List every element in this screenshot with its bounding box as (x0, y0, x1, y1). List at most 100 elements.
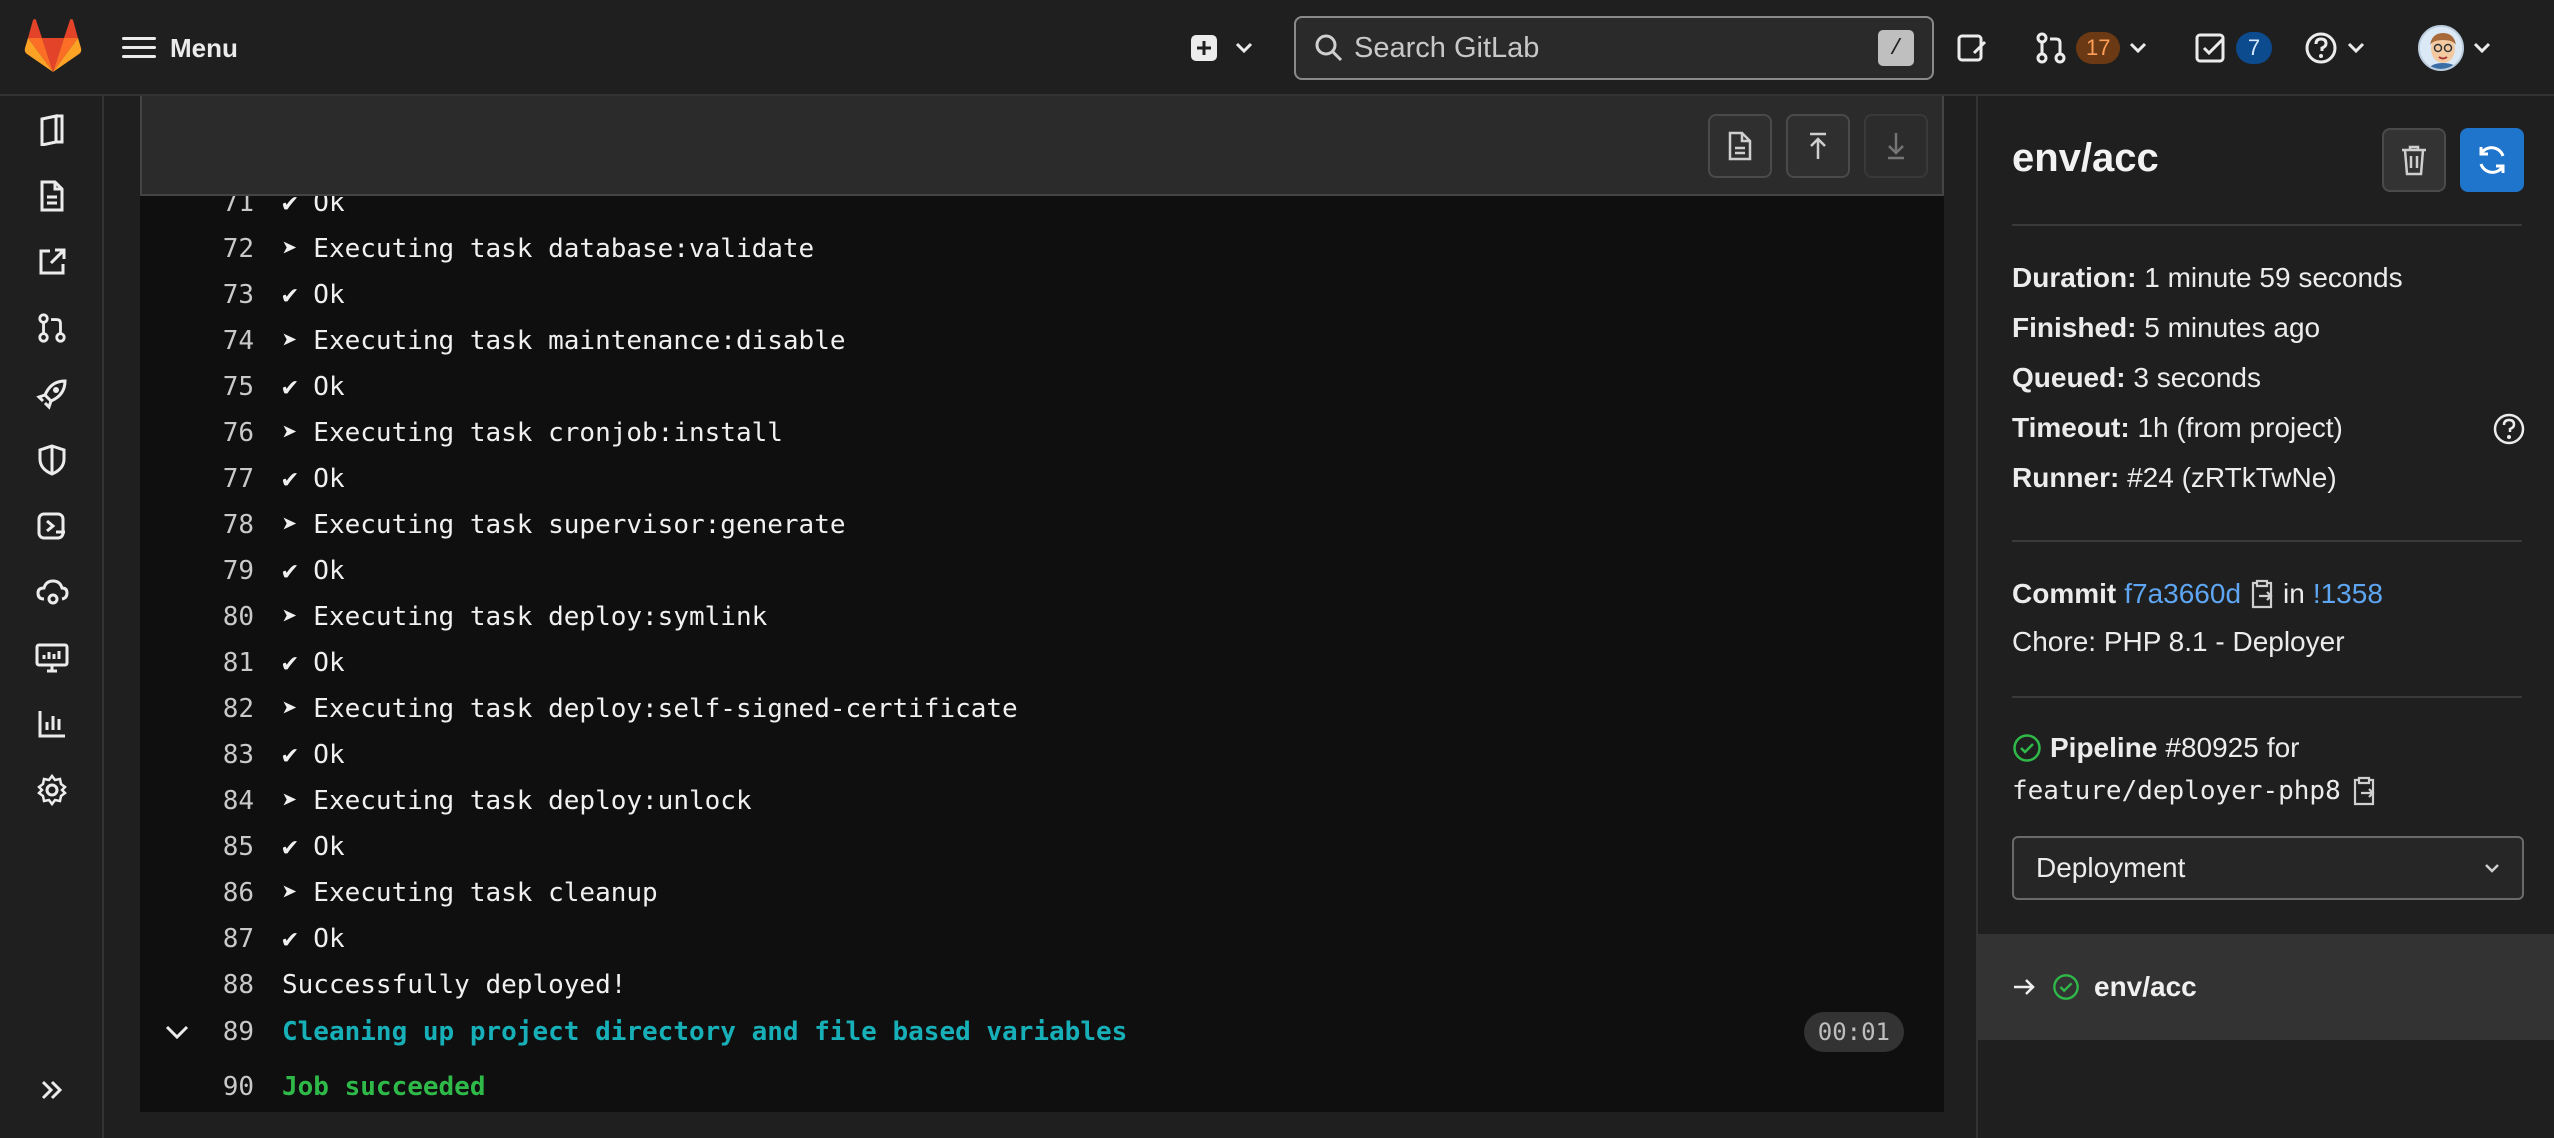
runner-row: Runner: #24 (zRTkTwNe) (2012, 462, 2337, 494)
branch-row: feature/deployer-php8 (2012, 776, 2377, 806)
line-number[interactable]: 73 (140, 280, 260, 310)
queued-value: 3 seconds (2133, 362, 2261, 393)
plus-square-icon (1191, 35, 1217, 61)
queued-label: Queued: (2012, 362, 2126, 393)
log-line: 75 ✔ Ok (140, 364, 1944, 410)
line-number[interactable]: 72 (140, 234, 260, 264)
log-text: ➤ Executing task cronjob:install (282, 418, 783, 448)
line-number[interactable]: 79 (140, 556, 260, 586)
log-text: ✔ Ok (282, 832, 345, 862)
sidebar-item-analytics[interactable] (32, 704, 72, 744)
line-number[interactable]: 84 (140, 786, 260, 816)
search-shortcut-key: / (1878, 30, 1914, 66)
copy-clipboard-icon[interactable] (2249, 579, 2275, 609)
branch-name[interactable]: feature/deployer-php8 (2012, 776, 2341, 806)
line-number[interactable]: 77 (140, 464, 260, 494)
stage-select-value: Deployment (2036, 852, 2186, 883)
log-line: 83 ✔ Ok (140, 732, 1944, 778)
left-sidebar (0, 96, 104, 1138)
line-number[interactable]: 86 (140, 878, 260, 908)
help-button[interactable] (2304, 28, 2366, 68)
line-number[interactable]: 89 (140, 1017, 260, 1047)
gitlab-logo-icon[interactable] (24, 18, 82, 74)
sidebar-item-monitor[interactable] (32, 638, 72, 678)
deployments-icon (37, 512, 65, 540)
sidebar-item-security[interactable] (32, 440, 72, 480)
runner-value: #24 (zRTkTwNe) (2127, 462, 2337, 493)
issues-button[interactable] (1956, 28, 1990, 68)
copy-clipboard-icon[interactable] (2351, 776, 2377, 806)
trash-icon (2402, 145, 2426, 176)
log-section-header[interactable]: 89 Cleaning up project directory and file… (140, 1006, 1944, 1058)
line-number[interactable]: 74 (140, 326, 260, 356)
log-text: ➤ Executing task deploy:symlink (282, 602, 768, 632)
todos-count-badge: 7 (2236, 32, 2272, 64)
merge-request-link[interactable]: !1358 (2313, 578, 2383, 610)
raw-log-button[interactable] (1708, 114, 1772, 178)
retry-job-button[interactable] (2460, 128, 2524, 192)
log-line: 90 Job succeeded (140, 1064, 1944, 1110)
double-chevron-right-icon (41, 1080, 63, 1100)
log-text: ✔ Ok (282, 280, 345, 310)
issues-icon (1957, 34, 1987, 62)
sidebar-item-repository[interactable] (32, 176, 72, 216)
timeout-value: 1h (from project) (2137, 412, 2343, 443)
user-menu-button[interactable] (2418, 24, 2492, 72)
commit-sha-link[interactable]: f7a3660d (2124, 578, 2241, 610)
stage-select[interactable]: Deployment (2012, 836, 2524, 900)
pipeline-label: Pipeline (2050, 732, 2158, 763)
line-number[interactable]: 80 (140, 602, 260, 632)
line-number[interactable]: 82 (140, 694, 260, 724)
log-text: ✔ Ok (282, 924, 345, 954)
line-number[interactable]: 83 (140, 740, 260, 770)
current-job-item[interactable]: env/acc (1978, 934, 2554, 1040)
search-box[interactable]: / (1294, 16, 1934, 80)
finished-value: 5 minutes ago (2144, 312, 2321, 343)
line-number[interactable]: 71 (140, 196, 260, 218)
line-number[interactable]: 78 (140, 510, 260, 540)
menu-button[interactable]: Menu (122, 26, 238, 70)
line-number[interactable]: 75 (140, 372, 260, 402)
chevron-down-icon (2485, 864, 2499, 873)
sidebar-item-settings[interactable] (32, 770, 72, 810)
pipeline-for-text: for (2266, 732, 2300, 763)
sidebar-item-deployments[interactable] (32, 506, 72, 546)
log-text: ➤ Executing task database:validate (282, 234, 815, 264)
log-line: 88 Successfully deployed! (140, 962, 1944, 1008)
line-number[interactable]: 85 (140, 832, 260, 862)
line-number[interactable]: 87 (140, 924, 260, 954)
job-title: env/acc (2012, 136, 2159, 180)
log-line: 80 ➤ Executing task deploy:symlink (140, 594, 1944, 640)
sidebar-expand-button[interactable] (32, 1070, 72, 1110)
job-log-toolbar (140, 96, 1944, 196)
sidebar-item-merge-requests[interactable] (32, 308, 72, 348)
create-new-button[interactable] (1190, 28, 1270, 68)
help-question-icon[interactable] (2492, 412, 2526, 446)
scroll-down-icon (1888, 133, 1904, 160)
sidebar-item-external[interactable] (32, 242, 72, 282)
line-number[interactable]: 76 (140, 418, 260, 448)
line-number[interactable]: 88 (140, 970, 260, 1000)
merge-requests-button[interactable]: 17 (2034, 28, 2148, 68)
project-book-icon (40, 114, 64, 146)
chevron-down-icon (2347, 42, 2365, 54)
sidebar-item-infrastructure[interactable] (32, 572, 72, 612)
todos-button[interactable]: 7 (2194, 28, 2272, 68)
duration-value: 1 minute 59 seconds (2144, 262, 2403, 293)
log-line: 86 ➤ Executing task cleanup (140, 870, 1944, 916)
log-text: ✔ Ok (282, 196, 345, 218)
merge-requests-count-badge: 17 (2076, 32, 2121, 64)
runner-label: Runner: (2012, 462, 2120, 493)
line-number[interactable]: 90 (140, 1072, 260, 1102)
cloud-gear-icon (36, 579, 69, 605)
scroll-to-bottom-button[interactable] (1864, 114, 1928, 178)
erase-job-button[interactable] (2382, 128, 2446, 192)
pipeline-id[interactable]: #80925 (2165, 732, 2258, 764)
search-input[interactable] (1354, 31, 1878, 65)
sidebar-item-cicd[interactable] (32, 374, 72, 414)
gear-icon (37, 773, 67, 807)
line-number[interactable]: 81 (140, 648, 260, 678)
sidebar-item-project[interactable] (32, 110, 72, 150)
scroll-to-top-button[interactable] (1786, 114, 1850, 178)
chevron-down-icon[interactable] (164, 1023, 190, 1041)
